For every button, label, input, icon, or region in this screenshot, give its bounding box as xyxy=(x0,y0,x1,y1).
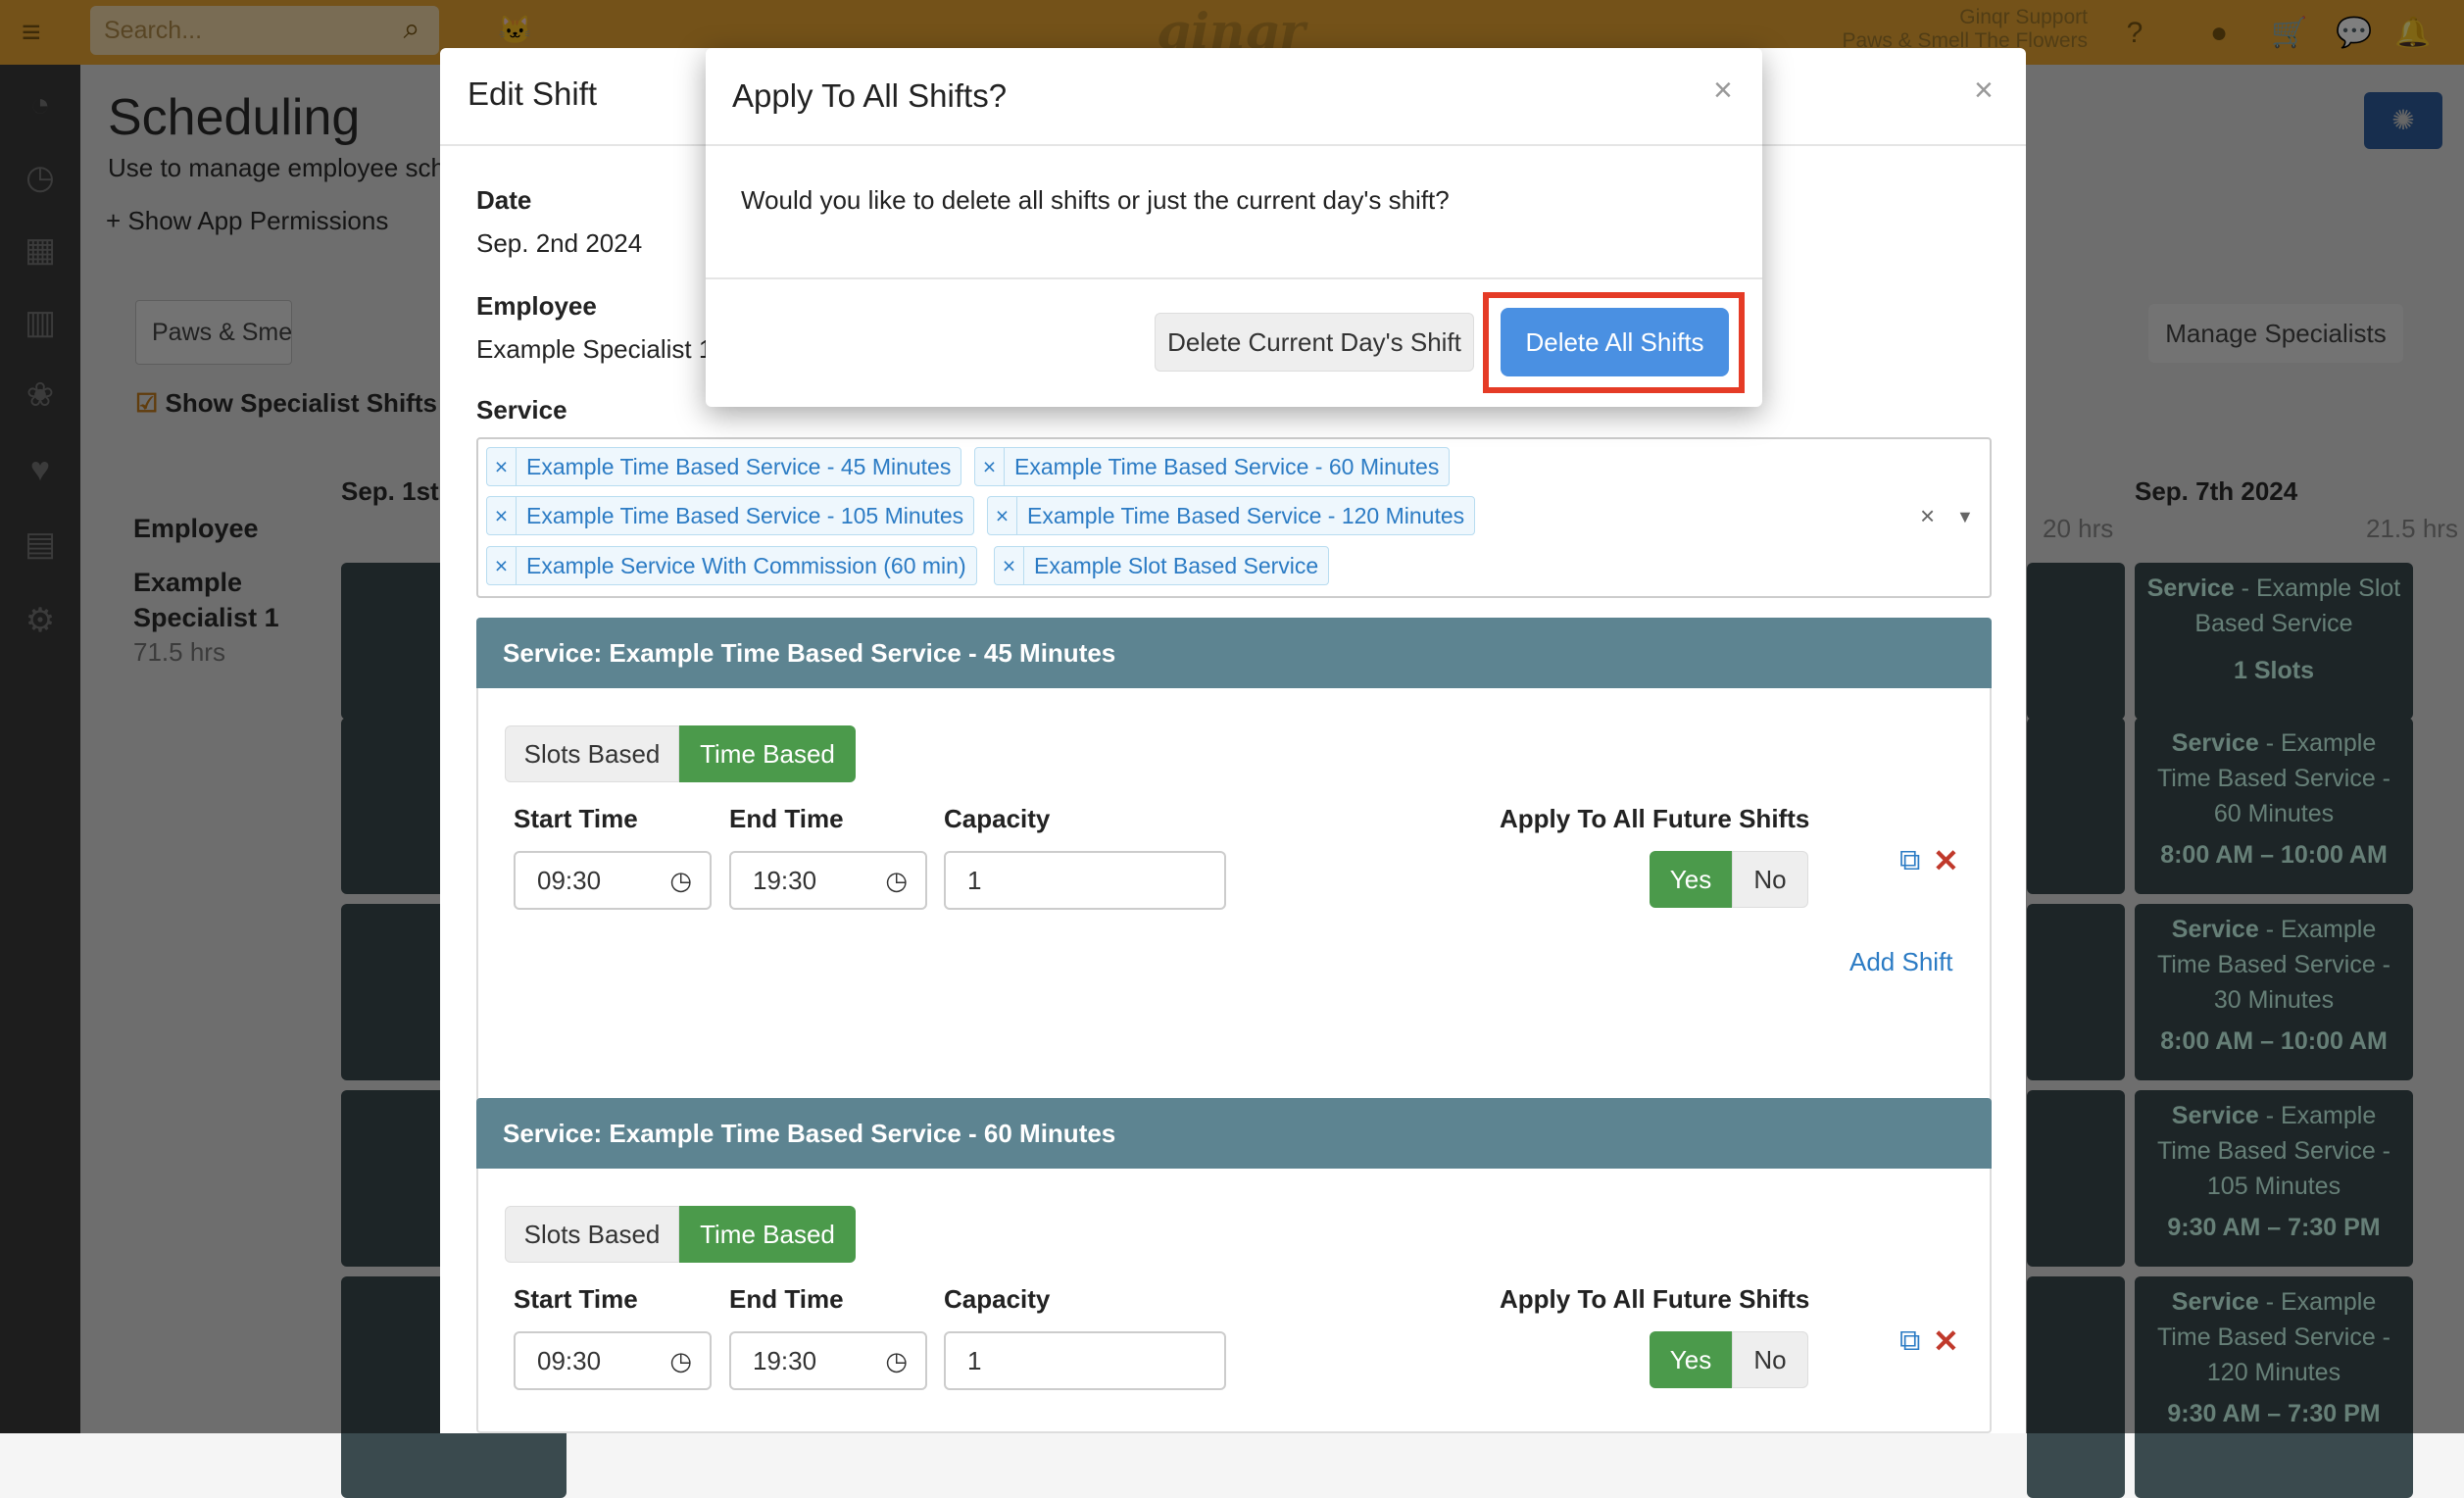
slots-based-button[interactable]: Slots Based xyxy=(505,1206,679,1263)
confirm-message: Would you like to delete all shifts or j… xyxy=(741,185,1450,215)
tag-label: Example Time Based Service - 120 Minutes xyxy=(1027,503,1465,528)
time-based-button[interactable]: Time Based xyxy=(679,725,856,782)
end-time-label: End Time xyxy=(729,804,844,833)
service-tag: × Example Time Based Service - 45 Minutes xyxy=(486,447,962,486)
capacity-label: Capacity xyxy=(944,1284,1051,1314)
close-icon[interactable]: × xyxy=(1713,72,1733,110)
employee-value: Example Specialist 1 xyxy=(476,334,714,364)
remove-tag-icon[interactable]: × xyxy=(487,547,517,584)
add-shift-link[interactable]: Add Shift xyxy=(1849,947,1953,977)
remove-tag-icon[interactable]: × xyxy=(995,547,1024,584)
apply-future-yes[interactable]: Yes xyxy=(1650,851,1732,908)
capacity-input[interactable]: 1 xyxy=(944,1331,1226,1390)
service-section-body: Slots Based Time Based Start Time End Ti… xyxy=(476,1169,1992,1433)
end-time-input[interactable]: 19:30 ◷ xyxy=(729,851,927,910)
clock-icon[interactable]: ◷ xyxy=(885,853,908,908)
tag-label: Example Slot Based Service xyxy=(1034,553,1319,578)
date-value: Sep. 2nd 2024 xyxy=(476,228,643,258)
start-time-input[interactable]: 09:30 ◷ xyxy=(514,851,712,910)
apply-future-yes[interactable]: Yes xyxy=(1650,1331,1732,1388)
close-icon[interactable]: × xyxy=(1974,72,1994,110)
delete-all-shifts-button[interactable]: Delete All Shifts xyxy=(1501,308,1729,376)
apply-to-all-modal: Apply To All Shifts? × Would you like to… xyxy=(706,48,1762,407)
apply-future-no[interactable]: No xyxy=(1732,851,1808,908)
slots-based-button[interactable]: Slots Based xyxy=(505,725,679,782)
service-multiselect[interactable]: × Example Time Based Service - 45 Minutes… xyxy=(476,437,1992,598)
remove-tag-icon[interactable]: × xyxy=(487,497,517,534)
service-section-header: Service: Example Time Based Service - 45… xyxy=(476,618,1992,688)
capacity-input[interactable]: 1 xyxy=(944,851,1226,910)
divider xyxy=(706,144,1762,146)
delete-current-shift-button[interactable]: Delete Current Day's Shift xyxy=(1155,313,1474,372)
start-time-value: 09:30 xyxy=(537,866,602,895)
service-tag: × Example Time Based Service - 120 Minute… xyxy=(987,496,1476,535)
service-section-body: Slots Based Time Based Start Time End Ti… xyxy=(476,688,1992,1108)
end-time-value: 19:30 xyxy=(753,866,817,895)
service-tag: × Example Time Based Service - 105 Minute… xyxy=(486,496,975,535)
clock-icon[interactable]: ◷ xyxy=(669,853,692,908)
clock-icon[interactable]: ◷ xyxy=(669,1333,692,1388)
start-time-value: 09:30 xyxy=(537,1346,602,1375)
service-tag: × Example Service With Commission (60 min… xyxy=(486,546,977,585)
edit-modal-title: Edit Shift xyxy=(468,75,598,112)
clock-icon[interactable]: ◷ xyxy=(885,1333,908,1388)
tag-label: Example Service With Commission (60 min) xyxy=(526,553,966,578)
end-time-input[interactable]: 19:30 ◷ xyxy=(729,1331,927,1390)
service-tag: × Example Slot Based Service xyxy=(994,546,1330,585)
delete-icon[interactable]: ✕ xyxy=(1933,845,1960,876)
service-label: Service xyxy=(476,395,567,424)
service-section-header: Service: Example Time Based Service - 60… xyxy=(476,1098,1992,1169)
end-time-value: 19:30 xyxy=(753,1346,817,1375)
employee-label: Employee xyxy=(476,291,597,321)
confirm-modal-title: Apply To All Shifts? xyxy=(732,77,1008,114)
tag-label: Example Time Based Service - 45 Minutes xyxy=(526,454,952,479)
delete-icon[interactable]: ✕ xyxy=(1933,1325,1960,1357)
remove-tag-icon[interactable]: × xyxy=(988,497,1017,534)
copy-icon[interactable]: ⧉ xyxy=(1899,1325,1931,1357)
divider xyxy=(706,277,1762,279)
tag-label: Example Time Based Service - 105 Minutes xyxy=(526,503,964,528)
chevron-down-icon[interactable]: ▼ xyxy=(1956,507,1974,527)
tag-label: Example Time Based Service - 60 Minutes xyxy=(1014,454,1440,479)
apply-future-no[interactable]: No xyxy=(1732,1331,1808,1388)
remove-tag-icon[interactable]: × xyxy=(975,448,1005,485)
service-tag: × Example Time Based Service - 60 Minutes xyxy=(974,447,1451,486)
date-label: Date xyxy=(476,185,532,215)
capacity-label: Capacity xyxy=(944,804,1051,833)
copy-icon[interactable]: ⧉ xyxy=(1899,845,1931,876)
apply-future-label: Apply To All Future Shifts xyxy=(1500,804,1810,833)
end-time-label: End Time xyxy=(729,1284,844,1314)
start-time-label: Start Time xyxy=(514,1284,638,1314)
start-time-input[interactable]: 09:30 ◷ xyxy=(514,1331,712,1390)
apply-future-label: Apply To All Future Shifts xyxy=(1500,1284,1810,1314)
start-time-label: Start Time xyxy=(514,804,638,833)
clear-icon[interactable]: × xyxy=(1920,501,1935,531)
remove-tag-icon[interactable]: × xyxy=(487,448,517,485)
time-based-button[interactable]: Time Based xyxy=(679,1206,856,1263)
